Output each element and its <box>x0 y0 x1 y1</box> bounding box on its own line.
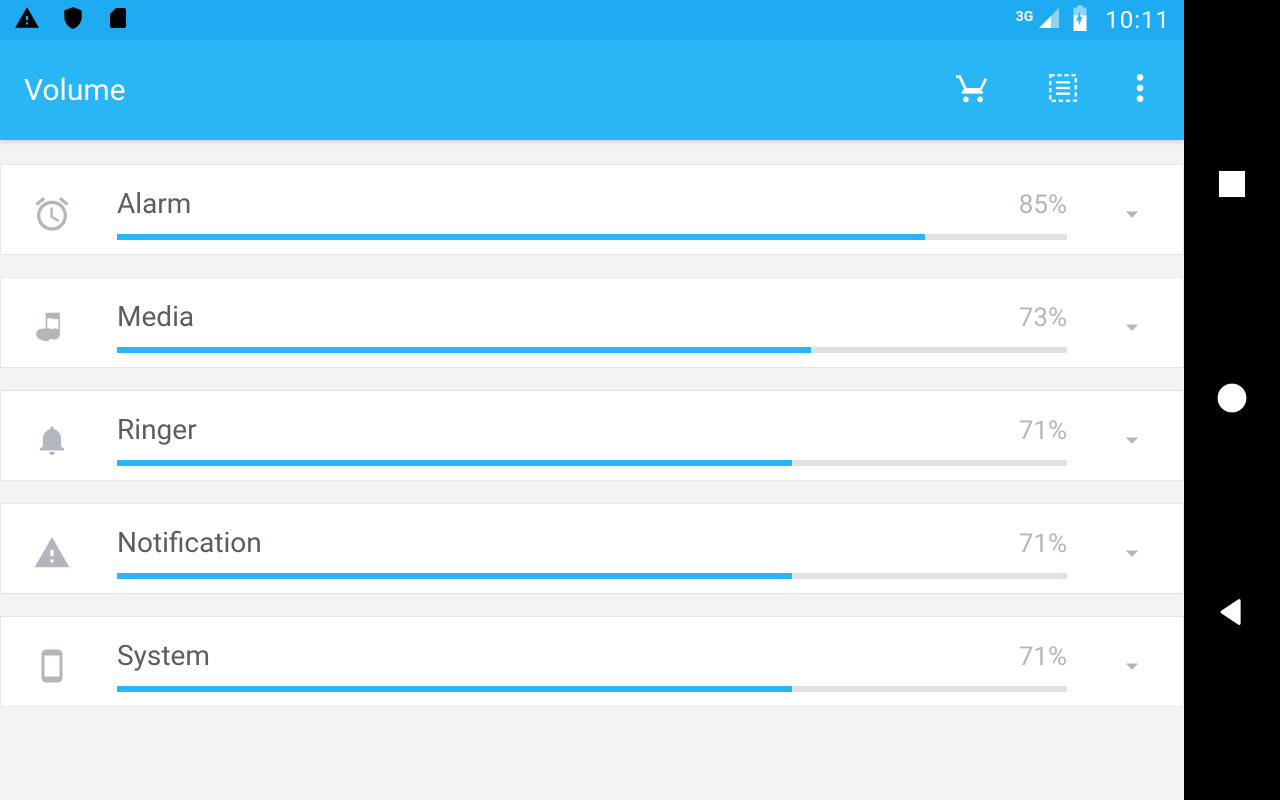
clock-label: 10:11 <box>1105 6 1170 34</box>
home-button[interactable] <box>1213 379 1251 421</box>
status-right: 3G 10:11 <box>1016 5 1170 35</box>
expand-button[interactable] <box>1107 312 1157 342</box>
expand-button[interactable] <box>1107 651 1157 681</box>
cart-icon[interactable] <box>956 71 990 109</box>
channel-percent: 85% <box>1019 190 1067 220</box>
progress-fill <box>117 573 792 579</box>
select-all-icon[interactable] <box>1046 71 1080 109</box>
channel-percent: 73% <box>1019 303 1067 333</box>
card-body: Alarm 85% <box>117 187 1067 240</box>
channel-percent: 71% <box>1019 529 1067 559</box>
shield-alert-icon <box>60 5 86 35</box>
progress-track[interactable] <box>117 347 1067 353</box>
channel-percent: 71% <box>1019 642 1067 672</box>
system-nav-bar <box>1184 0 1280 800</box>
app-bar-actions <box>956 71 1160 109</box>
device-screen: 3G 10:11 Volume <box>0 0 1184 800</box>
progress-fill <box>117 234 925 240</box>
app-title: Volume <box>24 73 126 108</box>
card-body: System 71% <box>117 639 1067 692</box>
sd-card-icon <box>106 6 130 34</box>
progress-track[interactable] <box>117 460 1067 466</box>
warning-icon <box>14 5 40 35</box>
channel-label: Alarm <box>117 187 191 220</box>
volume-card-notification[interactable]: Notification 71% <box>0 503 1184 594</box>
progress-fill <box>117 460 792 466</box>
recents-button[interactable] <box>1215 167 1249 205</box>
card-body: Ringer 71% <box>117 413 1067 466</box>
battery-icon <box>1071 5 1089 35</box>
overflow-menu-icon[interactable] <box>1136 71 1144 109</box>
card-body: Media 73% <box>117 300 1067 353</box>
app-bar: Volume <box>0 40 1184 140</box>
volume-card-alarm[interactable]: Alarm 85% <box>0 164 1184 255</box>
card-body: Notification 71% <box>117 526 1067 579</box>
progress-fill <box>117 686 792 692</box>
network-type-label: 3G <box>1016 9 1034 25</box>
bell-icon <box>27 422 77 458</box>
volume-card-media[interactable]: Media 73% <box>0 277 1184 368</box>
progress-track[interactable] <box>117 573 1067 579</box>
volume-list: Alarm 85% Media 73% <box>0 140 1184 800</box>
status-left <box>14 5 130 35</box>
warning-triangle-icon <box>27 534 77 572</box>
expand-button[interactable] <box>1107 199 1157 229</box>
alarm-icon <box>27 194 77 234</box>
expand-button[interactable] <box>1107 538 1157 568</box>
expand-button[interactable] <box>1107 425 1157 455</box>
signal-icon <box>1037 6 1061 34</box>
volume-card-ringer[interactable]: Ringer 71% <box>0 390 1184 481</box>
status-bar: 3G 10:11 <box>0 0 1184 40</box>
progress-track[interactable] <box>117 234 1067 240</box>
volume-card-system[interactable]: System 71% <box>0 616 1184 707</box>
music-icon <box>27 308 77 346</box>
channel-label: Media <box>117 300 194 333</box>
progress-track[interactable] <box>117 686 1067 692</box>
phone-icon <box>27 648 77 684</box>
back-button[interactable] <box>1215 595 1249 633</box>
progress-fill <box>117 347 811 353</box>
channel-label: Notification <box>117 526 262 559</box>
channel-label: Ringer <box>117 413 197 446</box>
channel-label: System <box>117 639 210 672</box>
channel-percent: 71% <box>1019 416 1067 446</box>
